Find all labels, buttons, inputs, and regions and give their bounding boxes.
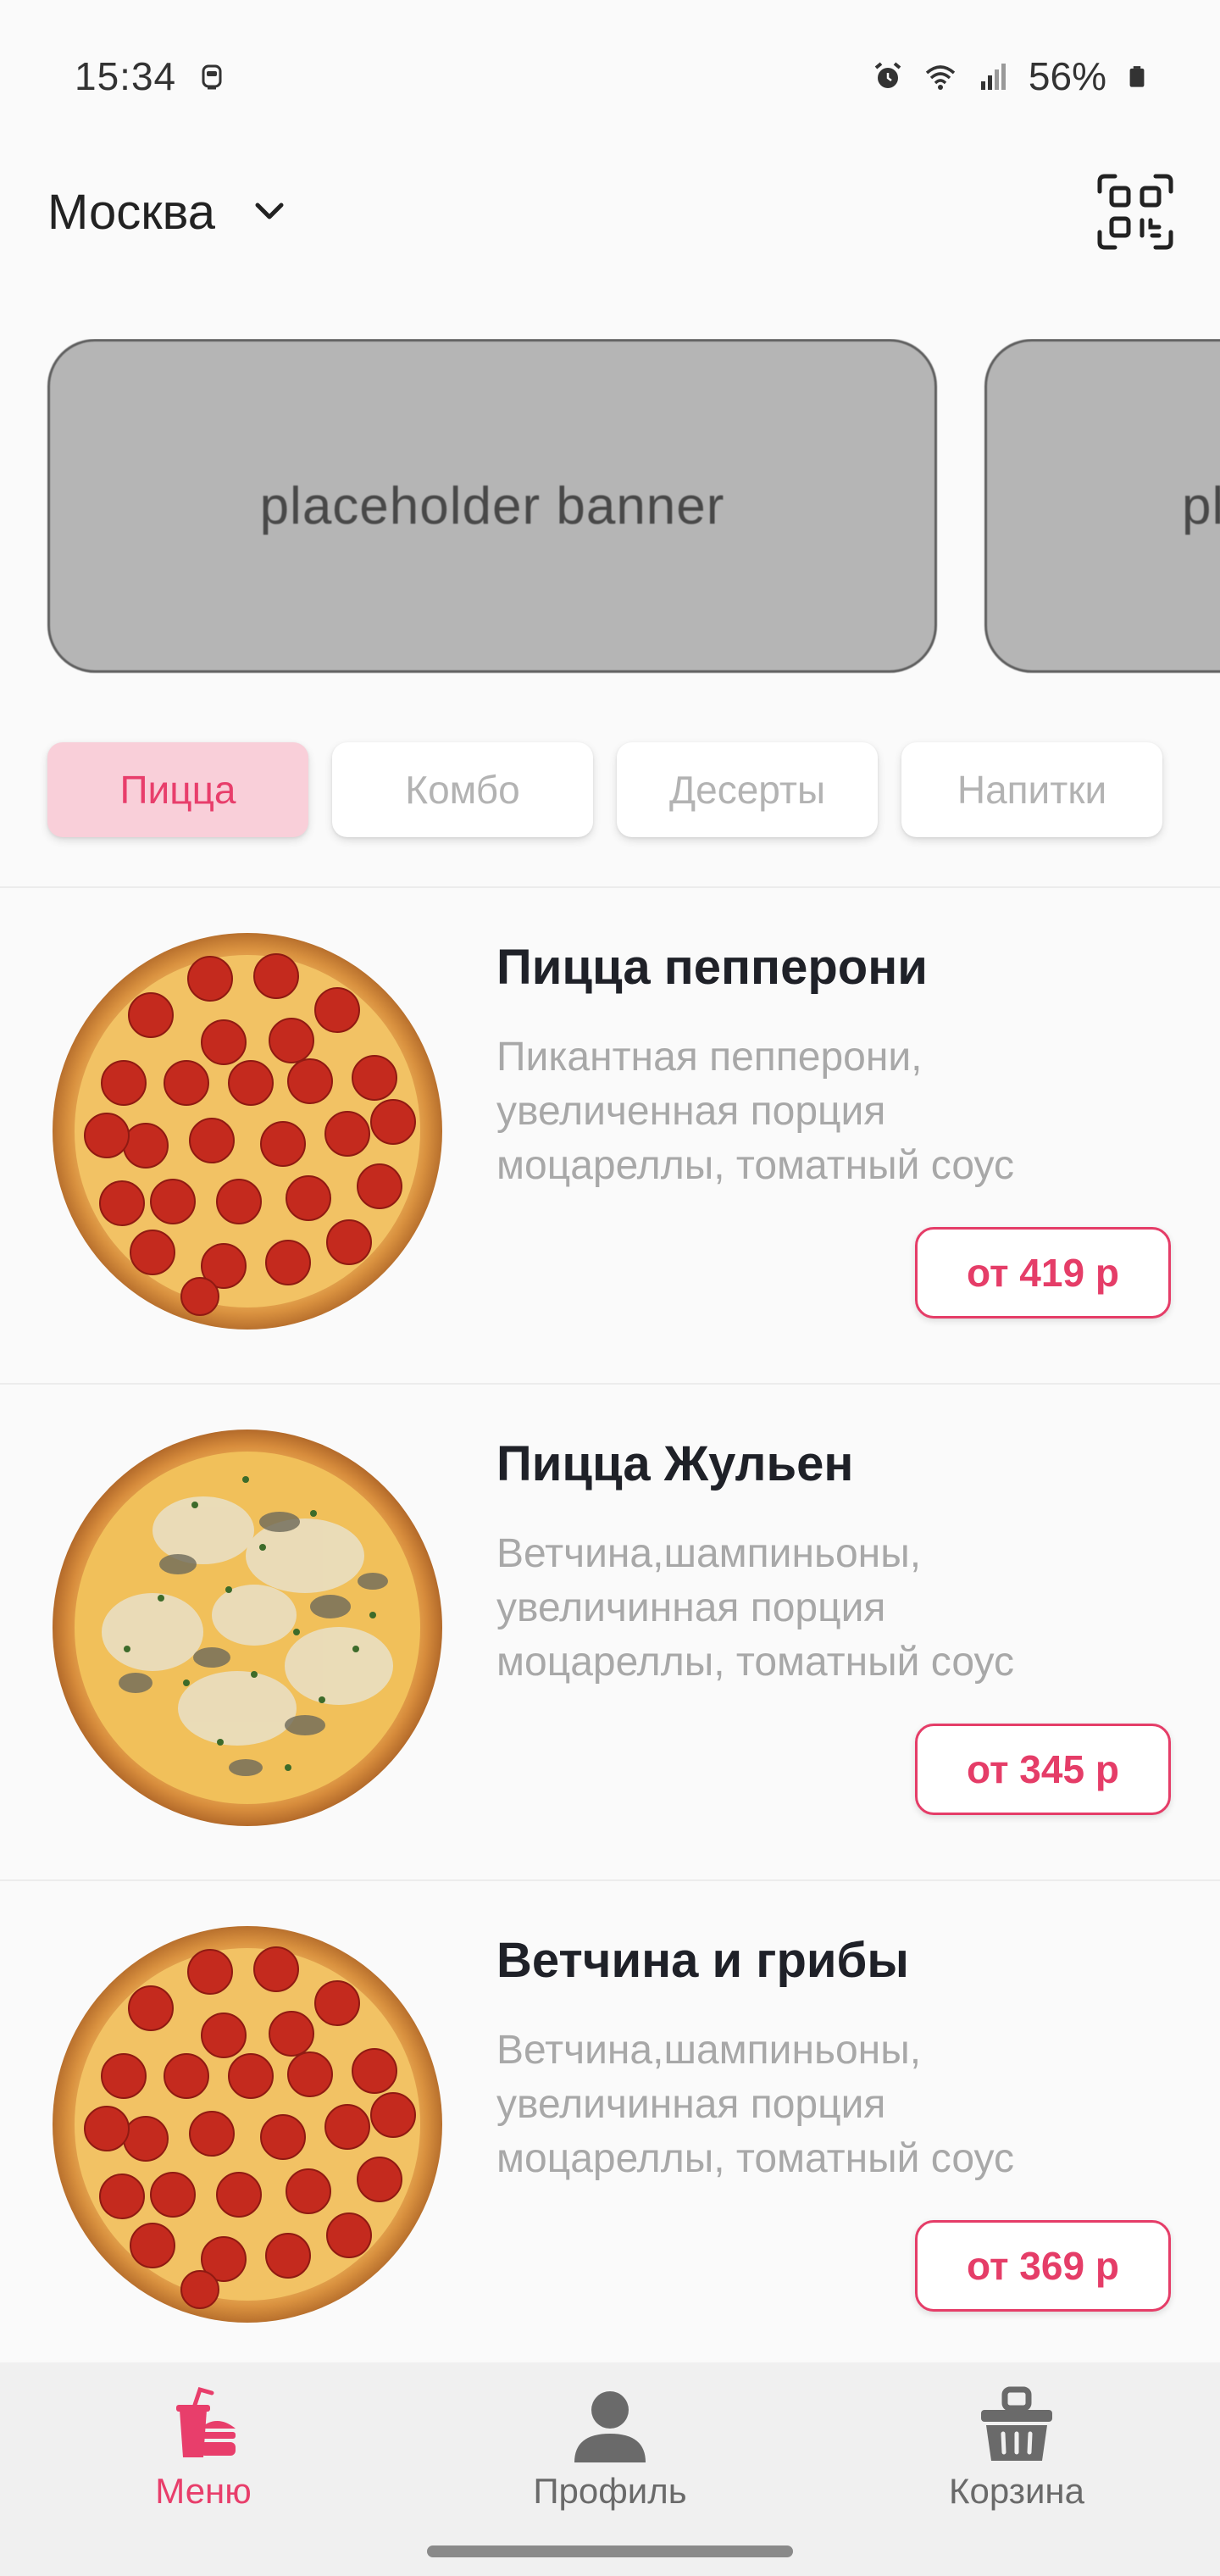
- price-button[interactable]: от 369 р: [915, 2220, 1171, 2312]
- nav-label: Профиль: [533, 2471, 687, 2511]
- julienne-pizza-image: [53, 1430, 442, 1826]
- battery-icon: [1129, 66, 1145, 87]
- product-description: Пикантная пепперони, увеличенная порция …: [496, 1030, 1174, 1193]
- signal-icon: [980, 64, 1006, 90]
- price-button[interactable]: от 419 р: [915, 1227, 1171, 1319]
- header: Москва: [0, 161, 1220, 263]
- product-description-line: Пикантная пепперони,: [496, 1035, 923, 1080]
- city-name: Москва: [47, 184, 216, 240]
- product-description: Ветчина,шампиньоны, увеличинная порция м…: [496, 2024, 1174, 2186]
- tab-desserts[interactable]: Десерты: [617, 742, 878, 837]
- status-right: 56%: [871, 53, 1149, 99]
- bottom-navigation: Меню Профиль Корзина: [0, 2362, 1220, 2576]
- price-button[interactable]: от 345 р: [915, 1724, 1171, 1815]
- product-card[interactable]: Пицца пепперони Пикантная пепперони, уве…: [0, 888, 1220, 1383]
- ham-mushroom-pizza-image: [53, 1926, 442, 2323]
- category-tabs: Пицца Комбо Десерты Напитки: [0, 742, 1220, 841]
- profile-icon: [574, 2391, 646, 2462]
- product-description-line: увеличинная порция: [496, 2082, 886, 2127]
- status-time: 15:34: [75, 54, 177, 98]
- home-indicator[interactable]: [427, 2545, 793, 2557]
- product-name: Пицца Жульен: [496, 1436, 854, 1491]
- product-description: Ветчина,шампиньоны, увеличинная порция м…: [496, 1527, 1174, 1690]
- banner-text: placeholder banner: [259, 476, 725, 536]
- chevron-down-icon: [255, 203, 284, 219]
- basket-icon: [981, 2386, 1052, 2461]
- product-description-line: моцареллы, томатный соус: [496, 1640, 1014, 1685]
- battery-percent: 56%: [1028, 54, 1106, 98]
- wifi-icon: [925, 65, 956, 90]
- promo-banner[interactable]: pl: [984, 339, 1220, 673]
- product-name: Ветчина и грибы: [496, 1933, 909, 1988]
- nav-label: Меню: [155, 2471, 252, 2511]
- product-description-line: Ветчина,шампиньоны,: [496, 1531, 922, 1576]
- product-description-line: увеличенная порция: [496, 1089, 886, 1134]
- product-card[interactable]: Пицца Жульен Ветчина,шампиньоны, увеличи…: [0, 1385, 1220, 1879]
- pepperoni-pizza-image: [53, 933, 442, 1330]
- product-description-line: моцареллы, томатный соус: [496, 1143, 1014, 1188]
- notification-icon: [202, 64, 222, 90]
- nav-cart[interactable]: Корзина: [890, 2384, 1144, 2529]
- status-bar: 15:34 56%: [0, 0, 1220, 153]
- menu-food-icon: [176, 2386, 236, 2457]
- tab-combo[interactable]: Комбо: [332, 742, 593, 837]
- tab-pizza[interactable]: Пицца: [47, 742, 308, 837]
- product-description-line: моцареллы, томатный соус: [496, 2136, 1014, 2181]
- product-description-line: Ветчина,шампиньоны,: [496, 2028, 922, 2073]
- qr-code-icon: [1097, 174, 1173, 250]
- product-name: Пицца пепперони: [496, 940, 928, 995]
- status-left: 15:34: [75, 53, 229, 99]
- nav-menu[interactable]: Меню: [76, 2384, 330, 2529]
- tab-drinks[interactable]: Напитки: [901, 742, 1162, 837]
- banner-carousel[interactable]: placeholder banner pl: [0, 339, 1220, 675]
- alarm-icon: [874, 62, 901, 88]
- city-selector[interactable]: Москва: [47, 184, 290, 241]
- product-description-line: увеличинная порция: [496, 1585, 886, 1630]
- qr-scan-button[interactable]: [1095, 171, 1176, 253]
- promo-banner[interactable]: placeholder banner: [47, 339, 937, 673]
- product-card[interactable]: Ветчина и грибы Ветчина,шампиньоны, увел…: [0, 1881, 1220, 2376]
- banner-text: pl: [1182, 476, 1220, 536]
- app-screen: 15:34 56% Москва placeholder banner pl П…: [0, 0, 1220, 2576]
- nav-profile[interactable]: Профиль: [483, 2384, 737, 2529]
- nav-label: Корзина: [949, 2471, 1084, 2511]
